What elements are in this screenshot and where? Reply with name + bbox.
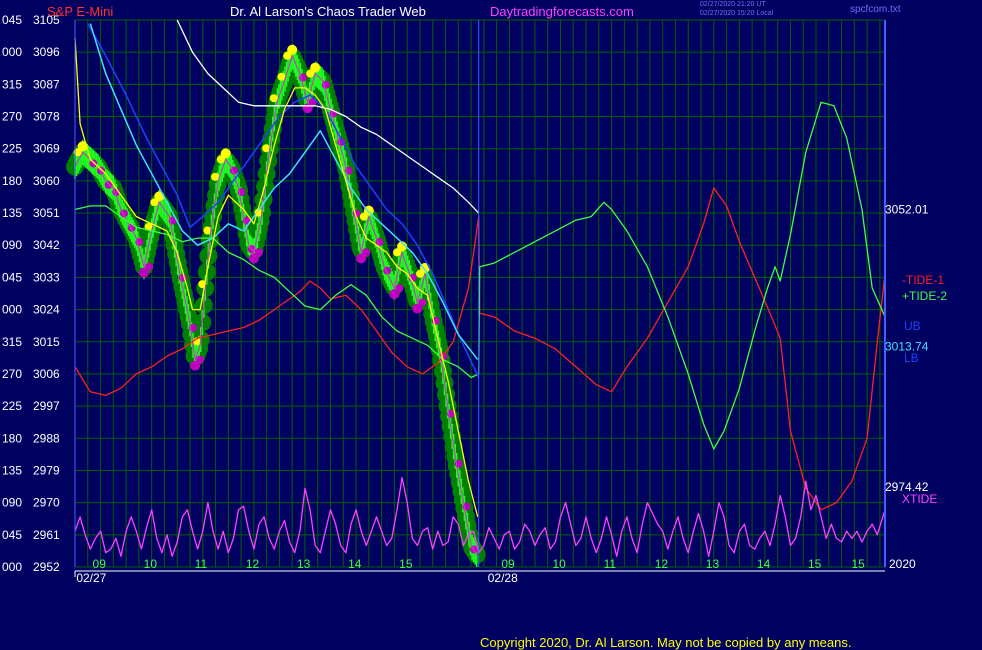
swing-high-marker [216, 155, 225, 164]
x-end-label: 2020 [889, 557, 916, 571]
y-tick-label: 3024 [33, 303, 60, 317]
x-hour-label: 14 [757, 557, 771, 571]
x-hour-label: 10 [552, 557, 566, 571]
legend-label: UB [904, 319, 921, 333]
y-tick-prefix: 315 [2, 77, 22, 91]
y-tick-label: 3096 [33, 45, 60, 59]
y-tick-prefix: 135 [2, 206, 22, 220]
y-tick-prefix: 000 [2, 303, 22, 317]
site-url-link[interactable]: Daytradingforecasts.com [490, 4, 634, 19]
y-tick-prefix: 090 [2, 496, 22, 510]
x-hour-label: 10 [144, 557, 158, 571]
legend-label: XTIDE [902, 492, 937, 506]
y-tick-prefix: 180 [2, 174, 22, 188]
x-date-label: 02/27 [76, 571, 106, 585]
x-hour-label: 15 [851, 557, 865, 571]
y-tick-label: 3042 [33, 238, 60, 252]
swing-low-marker [144, 262, 153, 271]
swing-high-marker [416, 269, 425, 278]
y-tick-label: 3051 [33, 206, 60, 220]
y-tick-label: 3078 [33, 110, 60, 124]
x-hour-label: 12 [246, 557, 260, 571]
file-name: spcfcom.txt [850, 4, 901, 15]
legend-label: LB [904, 351, 919, 365]
y-tick-label: 2979 [33, 463, 60, 477]
y-tick-label: 3069 [33, 142, 60, 156]
swing-low-marker [362, 248, 371, 257]
y-tick-prefix: 000 [2, 45, 22, 59]
symbol-label: S&P E-Mini [47, 4, 114, 19]
swing-low-marker [395, 284, 404, 293]
value-label: 3052.01 [885, 202, 929, 216]
x-hour-label: 09 [501, 557, 515, 571]
x-hour-label: 11 [195, 557, 208, 571]
y-tick-label: 2988 [33, 431, 60, 445]
legend-label: +TIDE-2 [902, 289, 947, 303]
y-tick-prefix: 045 [2, 270, 22, 284]
down-marker [89, 159, 98, 168]
y-tick-prefix: 225 [2, 142, 22, 156]
x-hour-label: 14 [348, 557, 362, 571]
y-tick-label: 2970 [33, 496, 60, 510]
swing-high-marker [283, 51, 292, 60]
swing-low-marker [418, 298, 427, 307]
axis-labels: 045 3105000 3096315 3087270 3078225 3069180 30… [2, 13, 947, 585]
x-hour-label: 11 [604, 557, 617, 571]
y-tick-prefix: 045 [2, 13, 22, 27]
y-tick-label: 3015 [33, 335, 60, 349]
y-tick-prefix: 180 [2, 431, 22, 445]
copyright: Copyright 2020, Dr. Al Larson. May not b… [480, 635, 852, 650]
swing-high-marker [359, 212, 368, 221]
y-tick-label: 3087 [33, 77, 60, 91]
y-tick-label: 2961 [33, 528, 60, 542]
swing-high-marker [393, 248, 402, 257]
up-marker [211, 172, 220, 181]
y-tick-prefix: 225 [2, 399, 22, 413]
up-marker [269, 94, 278, 103]
legend-label: -TIDE-1 [902, 273, 944, 287]
y-tick-label: 2997 [33, 399, 60, 413]
y-tick-label: 2952 [33, 560, 60, 574]
y-tick-prefix: 135 [2, 463, 22, 477]
chart: 045 3105000 3096315 3087270 3078225 3069180 30… [2, 13, 947, 585]
y-tick-label: 3060 [33, 174, 60, 188]
series-line--tide-2 [74, 101, 886, 450]
y-tick-label: 3006 [33, 367, 60, 381]
timestamp-local: 02/27/2020 15:20 Local [700, 10, 774, 17]
swing-low-marker [196, 355, 205, 364]
y-tick-prefix: 000 [2, 560, 22, 574]
swing-high-marker [306, 69, 315, 78]
site-title: Dr. Al Larson's Chaos Trader Web [230, 4, 426, 19]
x-hour-label: 12 [655, 557, 669, 571]
swing-high-marker [150, 198, 159, 207]
y-tick-label: 3033 [33, 270, 60, 284]
x-hour-label: 13 [297, 557, 311, 571]
y-tick-prefix: 315 [2, 335, 22, 349]
y-tick-prefix: 270 [2, 367, 22, 381]
y-tick-prefix: 090 [2, 238, 22, 252]
swing-low-marker [254, 248, 263, 257]
x-hour-label: 15 [808, 557, 822, 571]
y-tick-prefix: 270 [2, 110, 22, 124]
x-date-label: 02/28 [488, 571, 518, 585]
x-hour-label: 09 [93, 557, 107, 571]
timestamp-ut: 02/27/2020 21:20 UT [700, 1, 766, 8]
y-tick-prefix: 045 [2, 528, 22, 542]
price-bars [66, 44, 486, 568]
x-hour-label: 15 [399, 557, 413, 571]
x-hour-label: 13 [706, 557, 720, 571]
